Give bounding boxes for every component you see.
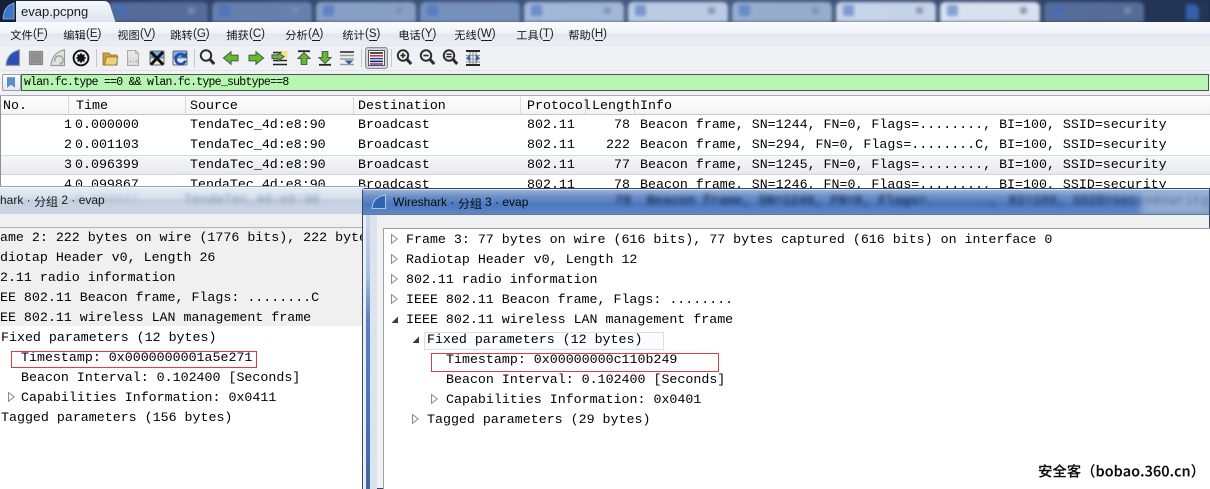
svg-text:010: 010 [129, 59, 138, 65]
